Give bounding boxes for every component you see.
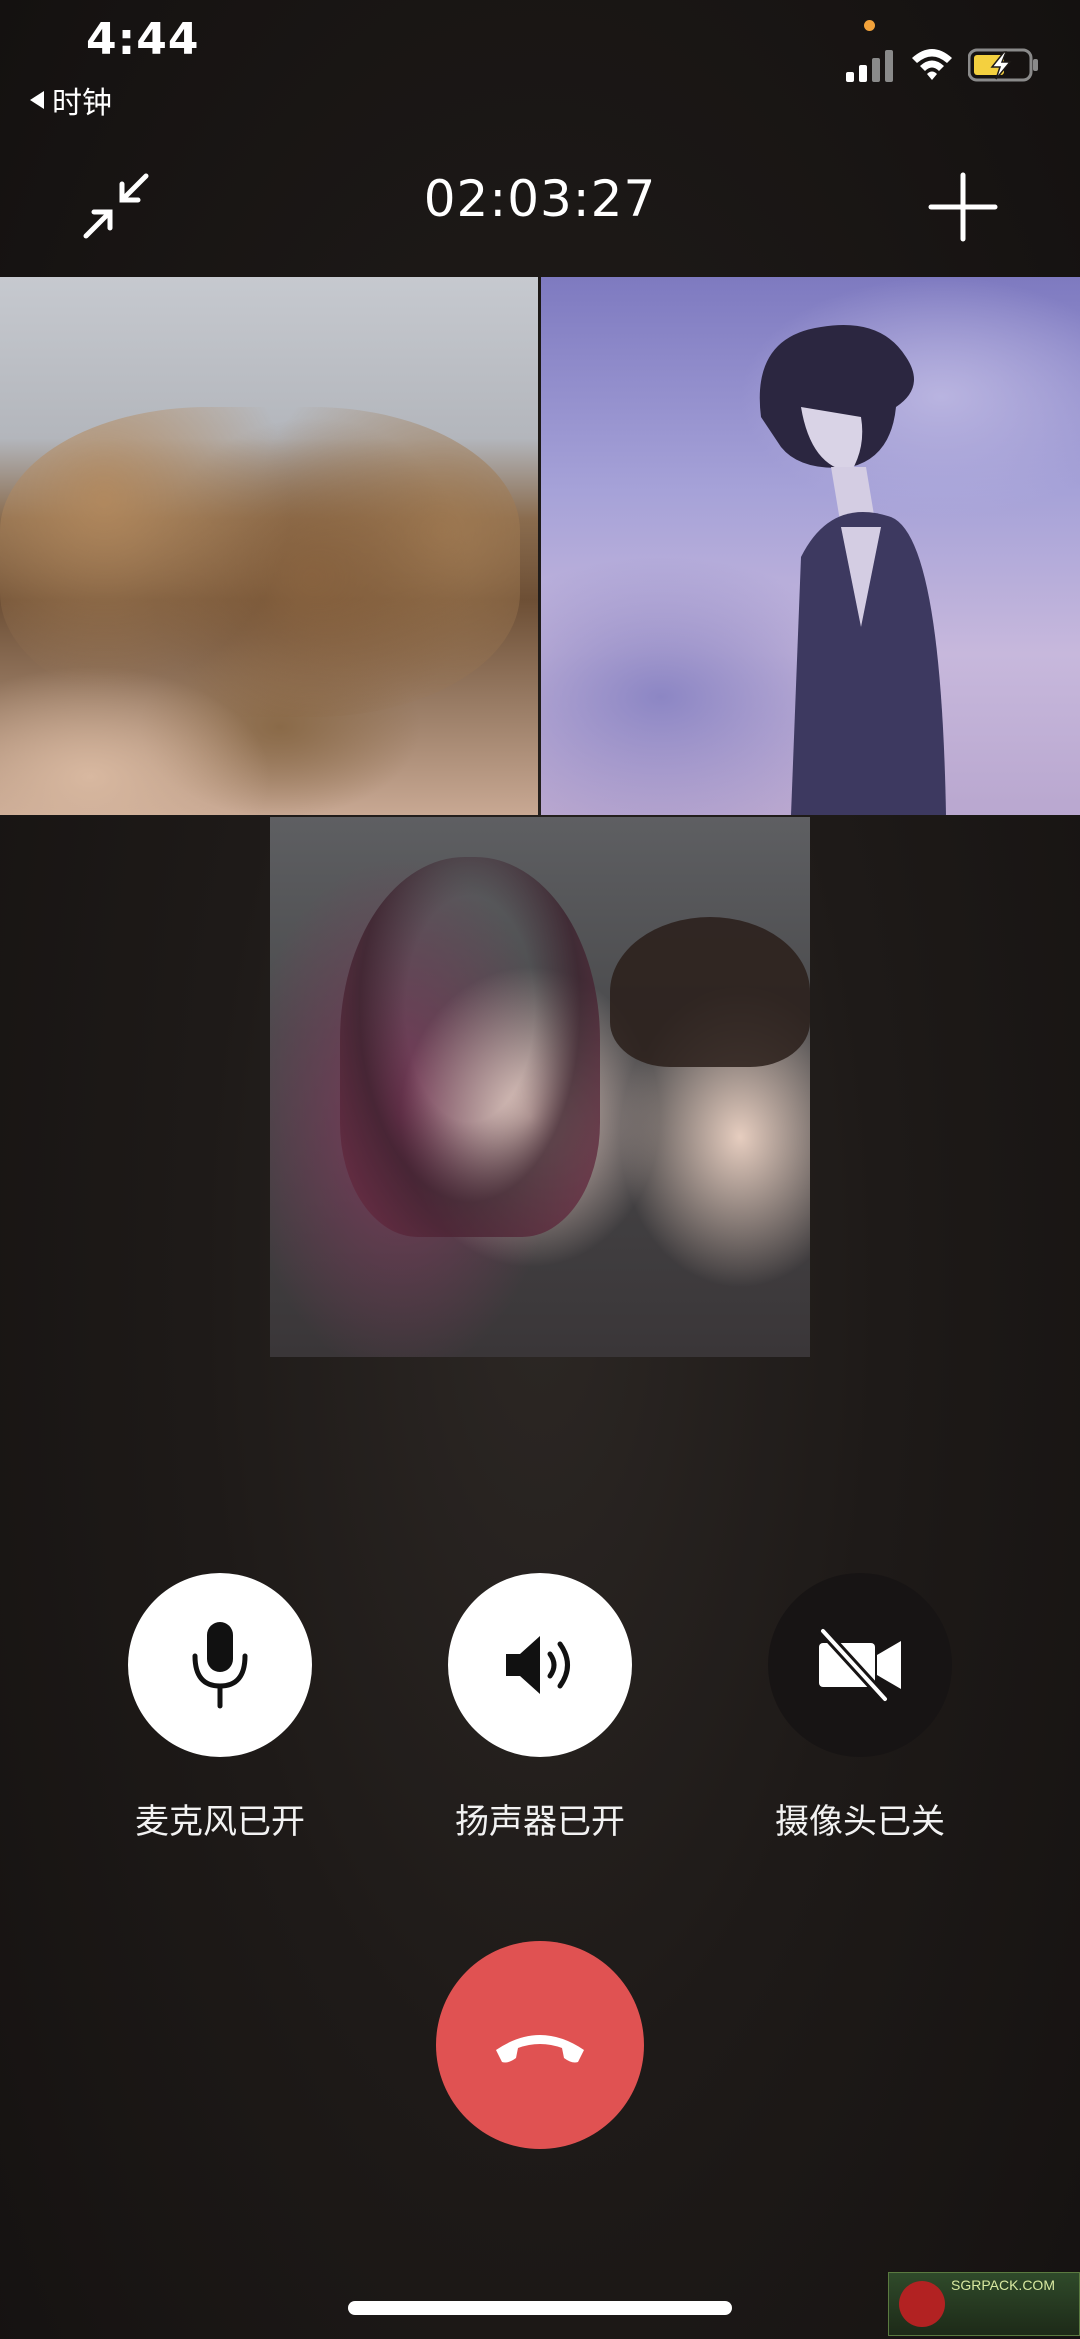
add-participant-button[interactable] <box>928 172 998 242</box>
call-duration-timer: 02:03:27 <box>423 170 657 228</box>
watermark-logo: SGRPACK.COM <box>888 2272 1080 2336</box>
camera-label: 摄像头已关 <box>775 1802 945 1842</box>
microphone-label: 麦克风已开 <box>135 1802 305 1842</box>
back-app-label: 时钟 <box>52 86 112 121</box>
wifi-icon <box>912 49 952 80</box>
camera-toggle-button[interactable] <box>768 1573 952 1757</box>
video-content <box>340 857 600 1237</box>
home-indicator[interactable] <box>348 2301 732 2315</box>
participant-video-tile-2[interactable] <box>541 277 1080 815</box>
hang-up-button[interactable] <box>436 1941 644 2149</box>
status-time: 4:44 <box>86 14 200 65</box>
video-content <box>0 407 520 717</box>
speaker-label: 扬声器已开 <box>455 1802 625 1842</box>
watermark-text: SGRPACK.COM <box>951 2277 1055 2293</box>
back-triangle-icon <box>30 91 44 109</box>
back-to-app-button[interactable]: 时钟 <box>30 78 112 122</box>
microphone-icon <box>192 1622 248 1709</box>
participant-video-tile-3[interactable] <box>270 817 810 1357</box>
speaker-icon <box>506 1636 570 1694</box>
camera-off-icon <box>818 1626 901 1704</box>
cellular-signal-icon <box>846 50 893 82</box>
video-content <box>610 917 810 1067</box>
privacy-indicator-dot <box>864 20 875 31</box>
phone-hangup-icon <box>496 2035 584 2063</box>
microphone-toggle-button[interactable] <box>128 1573 312 1757</box>
watermark-emblem <box>899 2281 945 2327</box>
battery-charging-icon <box>968 48 1038 82</box>
avatar-illustration <box>759 325 946 815</box>
participant-video-tile-1[interactable] <box>0 277 538 815</box>
speaker-toggle-button[interactable] <box>448 1573 632 1757</box>
